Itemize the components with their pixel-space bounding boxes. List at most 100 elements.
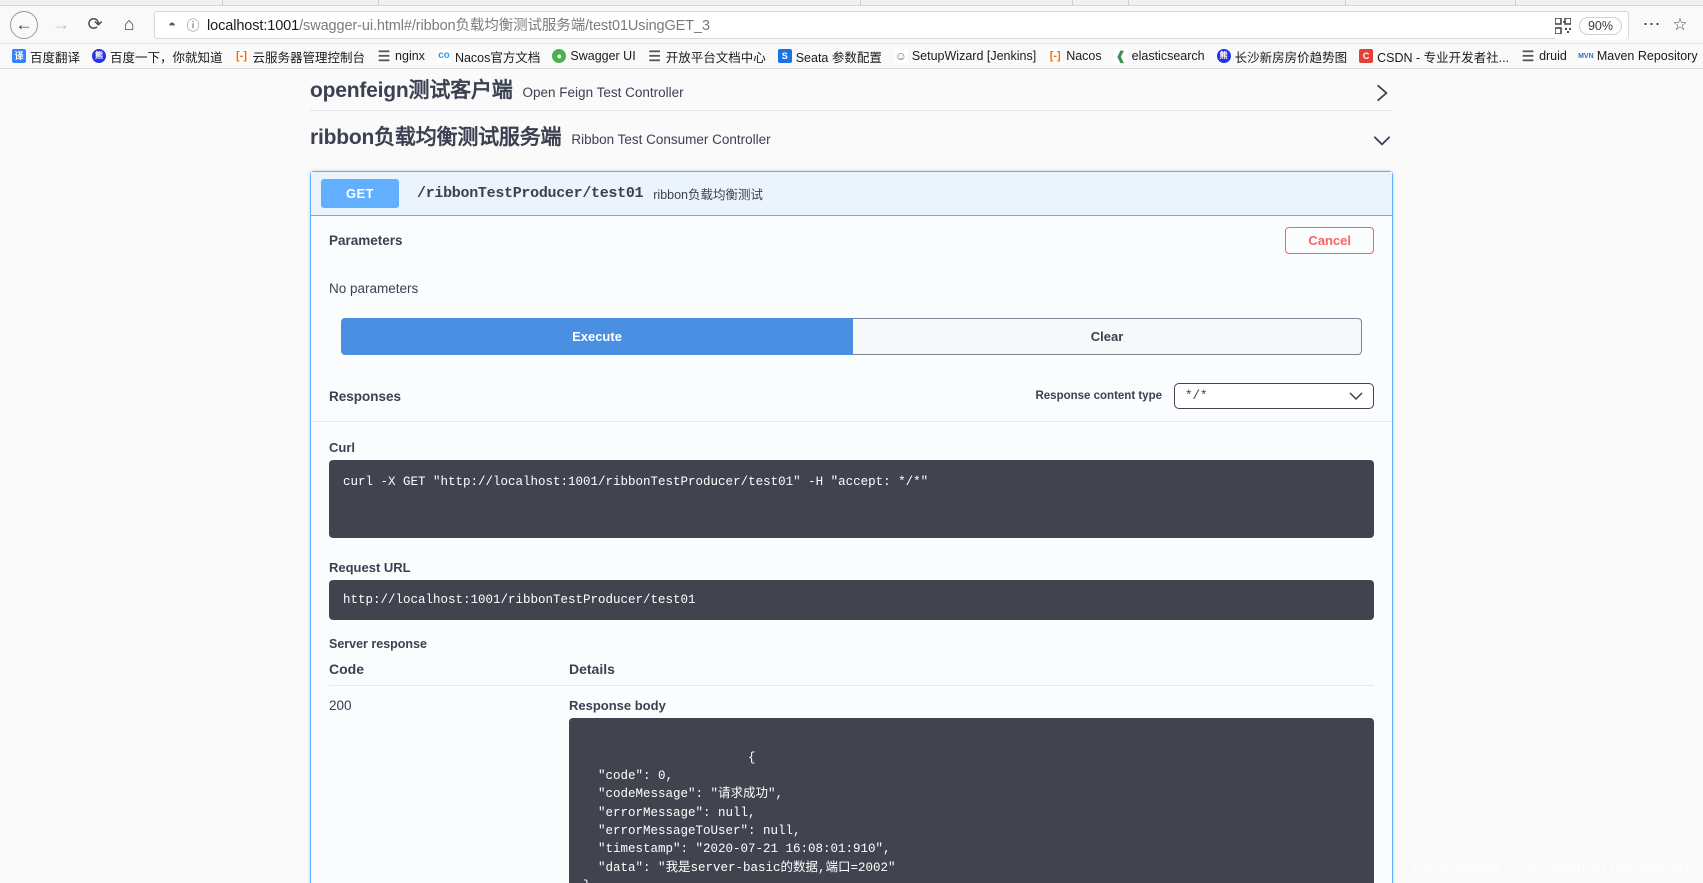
navigation-toolbar: ← → ⟳ ⌂ ◓ ⓘ localhost:1001/swagger-ui.ht… bbox=[0, 6, 1703, 44]
bookmark-item[interactable]: 译百度翻译 bbox=[6, 45, 86, 68]
bookmark-label: 百度翻译 bbox=[30, 50, 81, 65]
jenkins-icon: ☺ bbox=[893, 49, 908, 63]
operation-summary[interactable]: GET /ribbonTestProducer/test01 ribbon负载均… bbox=[311, 172, 1392, 216]
response-content-type-select[interactable]: */* bbox=[1174, 383, 1374, 409]
forward-icon[interactable]: → bbox=[44, 10, 78, 40]
parameters-title: Parameters bbox=[329, 233, 403, 248]
address-bar[interactable]: ◓ ⓘ localhost:1001/swagger-ui.html#/ribb… bbox=[154, 10, 1629, 40]
baidu-icon: 熊 bbox=[92, 49, 107, 63]
bookmark-item[interactable]: co Nacos官方文档 bbox=[431, 45, 546, 68]
column-header-code: Code bbox=[329, 651, 569, 687]
elastic-icon: ❰ bbox=[1113, 49, 1128, 63]
info-circle-icon[interactable]: ⓘ bbox=[183, 15, 203, 34]
home-icon[interactable]: ⌂ bbox=[112, 10, 146, 40]
operation-body: Parameters Cancel No parameters Execute … bbox=[311, 216, 1392, 883]
bookmark-item[interactable]: S Seata 参数配置 bbox=[772, 45, 888, 68]
globe-icon: ☰ bbox=[647, 48, 662, 64]
response-body-label: Response body bbox=[569, 698, 666, 714]
globe-icon: ☰ bbox=[1521, 48, 1536, 64]
curl-command: curl -X GET "http://localhost:1001/ribbo… bbox=[329, 460, 1374, 538]
response-content-type-label: Response content type bbox=[1035, 390, 1162, 402]
clear-button[interactable]: Clear bbox=[853, 318, 1362, 355]
chevron-down-icon bbox=[1349, 392, 1363, 401]
bookmark-label: nginx bbox=[395, 49, 425, 63]
tag-title: ribbon负载均衡测试服务端 bbox=[310, 126, 562, 149]
tag-description: Open Feign Test Controller bbox=[522, 85, 684, 100]
operation-path: /ribbonTestProducer/test01 bbox=[417, 185, 644, 202]
seata-icon: S bbox=[777, 49, 792, 63]
swagger-icon: ● bbox=[552, 49, 567, 63]
curl-section: Curl curl -X GET "http://localhost:1001/… bbox=[311, 422, 1392, 538]
bookmark-item[interactable]: 熊百度一下，你就知道 bbox=[86, 45, 229, 68]
response-body-container: { "code": 0, "codeMessage": "请求成功", "err… bbox=[569, 718, 1374, 883]
server-response-table: Code Details 200 Response body {"code":… bbox=[329, 651, 1374, 883]
star-icon[interactable]: ☆ bbox=[1667, 15, 1693, 35]
request-url-value: http://localhost:1001/ribbonTestProducer… bbox=[329, 580, 1374, 621]
request-url-label: Request URL bbox=[329, 560, 411, 575]
bookmark-item[interactable]: 熊长沙新房房价趋势图 bbox=[1211, 45, 1354, 68]
parameters-header: Parameters Cancel bbox=[311, 216, 1392, 265]
bookmark-label: Seata 参数配置 bbox=[795, 50, 882, 65]
bookmark-item[interactable]: ☰ druid bbox=[1515, 47, 1573, 65]
bookmark-label: SetupWizard [Jenkins] bbox=[911, 49, 1037, 63]
operation-block-get-ribbontestproducer-test01: GET /ribbonTestProducer/test01 ribbon负载均… bbox=[310, 171, 1393, 883]
url-text: localhost:1001/swagger-ui.html#/ribbon负载… bbox=[203, 14, 710, 35]
bookmark-item[interactable]: MVN Maven Repository bbox=[1573, 47, 1703, 65]
url-host: localhost:1001 bbox=[207, 18, 300, 34]
maven-icon: MVN bbox=[1578, 49, 1594, 63]
tab-strip bbox=[0, 0, 1703, 6]
bookmark-label: CSDN - 专业开发者社... bbox=[1377, 50, 1510, 65]
bookmark-item[interactable]: ❰ elasticsearch bbox=[1108, 47, 1211, 65]
bookmark-label: elasticsearch bbox=[1131, 49, 1205, 63]
tag-title: openfeign测试客户端 bbox=[310, 79, 513, 102]
bookmark-item[interactable]: [-] 云服务器管理控制台 bbox=[229, 45, 372, 68]
table-header-row: Code Details bbox=[329, 651, 1374, 687]
responses-title: Responses bbox=[329, 388, 402, 404]
table-row: 200 Response body { "code": 0, "codeMess… bbox=[329, 686, 1374, 883]
request-url-section: Request URL http://localhost:1001/ribbon… bbox=[311, 538, 1392, 621]
globe-icon: ☰ bbox=[377, 48, 392, 64]
chevron-right-icon[interactable] bbox=[1371, 82, 1393, 104]
tag-sections: openfeign测试客户端 Open Feign Test Controlle… bbox=[0, 70, 1703, 883]
responses-header: Responses Response content type */* bbox=[311, 371, 1392, 422]
bookmark-item[interactable]: ● Swagger UI bbox=[546, 47, 641, 65]
bookmark-item[interactable]: ☰ nginx bbox=[371, 47, 431, 65]
qr-code-icon[interactable] bbox=[1554, 17, 1571, 34]
bookmark-item[interactable]: C CSDN - 专业开发者社... bbox=[1353, 45, 1515, 68]
bookmark-label: 百度一下，你就知道 bbox=[110, 50, 223, 65]
no-parameters-text: No parameters bbox=[329, 281, 419, 296]
nacos-icon: co bbox=[436, 49, 451, 63]
bookmark-label: druid bbox=[1539, 49, 1567, 63]
bookmarks-bar: 译百度翻译 熊百度一下，你就知道 [-] 云服务器管理控制台 ☰ nginx co N… bbox=[0, 44, 1703, 69]
csdn-icon: C bbox=[1359, 49, 1374, 63]
response-details-cell: Response body { "code": 0, "codeMessage"… bbox=[569, 686, 1374, 883]
bookmark-label: 长沙新房房价趋势图 bbox=[1234, 50, 1348, 65]
bookmark-item[interactable]: ☺ SetupWizard [Jenkins] bbox=[888, 47, 1042, 65]
tag-header-ribbon[interactable]: ribbon负载均衡测试服务端 Ribbon Test Consumer Con… bbox=[310, 111, 1393, 157]
page-viewport: openfeign测试客户端 Open Feign Test Controlle… bbox=[0, 70, 1703, 883]
translate-icon: 译 bbox=[12, 49, 26, 63]
zoom-level-indicator[interactable]: 90% bbox=[1578, 16, 1622, 35]
execute-button[interactable]: Execute bbox=[341, 318, 853, 355]
execute-clear-row: Execute Clear bbox=[311, 296, 1392, 371]
bookmark-label: 开放平台文档中心 bbox=[665, 50, 766, 65]
back-icon[interactable]: ← bbox=[10, 10, 38, 39]
aliyun-icon: [-] bbox=[234, 49, 249, 63]
bookmark-label: Swagger UI bbox=[570, 49, 636, 63]
reload-icon[interactable]: ⟳ bbox=[78, 10, 112, 40]
nacos-icon: [-] bbox=[1048, 49, 1063, 63]
shield-icon: ◓ bbox=[168, 17, 176, 32]
bookmark-label: Maven Repository bbox=[1596, 49, 1698, 63]
ellipsis-icon[interactable]: ⋯ bbox=[1637, 14, 1667, 35]
bookmark-item[interactable]: ☰ 开放平台文档中心 bbox=[642, 45, 772, 68]
cancel-button[interactable]: Cancel bbox=[1285, 227, 1374, 254]
response-content-type-group: Response content type */* bbox=[1035, 383, 1374, 409]
bookmark-label: 云服务器管理控制台 bbox=[252, 50, 366, 65]
bookmark-label: Nacos bbox=[1066, 49, 1102, 63]
bookmark-item[interactable]: [-] Nacos bbox=[1042, 47, 1107, 65]
operation-description: ribbon负载均衡测试 bbox=[653, 188, 763, 202]
tag-header-openfeign[interactable]: openfeign测试客户端 Open Feign Test Controlle… bbox=[310, 70, 1393, 111]
response-body-json: { "code": 0, "codeMessage": "请求成功", "err… bbox=[583, 750, 896, 883]
swagger-ui: openfeign测试客户端 Open Feign Test Controlle… bbox=[0, 70, 1703, 883]
chevron-down-icon[interactable] bbox=[1371, 129, 1393, 151]
